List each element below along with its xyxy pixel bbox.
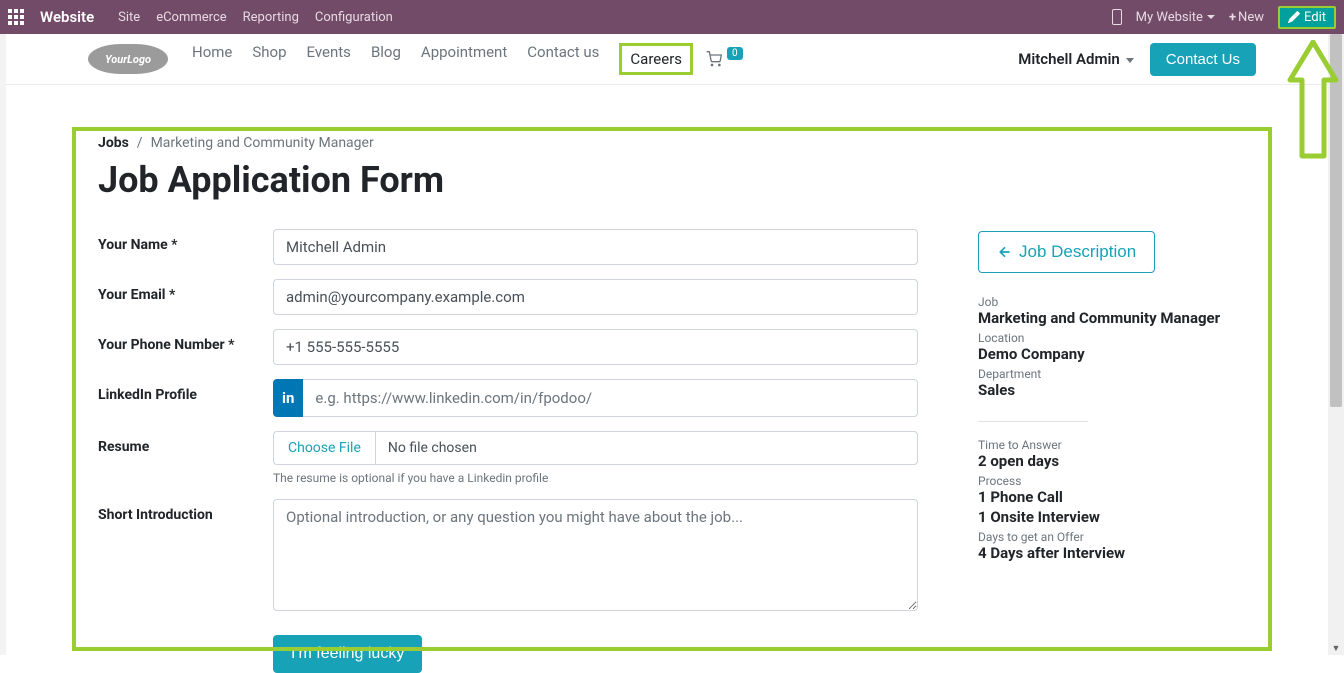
meta-job-label: Job bbox=[978, 295, 1238, 309]
label-linkedin: LinkedIn Profile bbox=[98, 379, 273, 403]
nav-appointment[interactable]: Appointment bbox=[421, 43, 507, 75]
input-name[interactable] bbox=[273, 229, 918, 265]
meta-location-value: Demo Company bbox=[978, 345, 1238, 363]
edit-button[interactable]: Edit bbox=[1278, 6, 1336, 29]
arrow-left-icon bbox=[997, 244, 1013, 260]
scroll-down-icon[interactable]: ▼ bbox=[1328, 643, 1344, 654]
meta-location-label: Location bbox=[978, 331, 1238, 345]
topbar-menu-ecommerce[interactable]: eCommerce bbox=[156, 10, 226, 25]
topbar-menu-reporting[interactable]: Reporting bbox=[243, 10, 299, 25]
meta-offer-value: 4 Days after Interview bbox=[978, 544, 1238, 562]
file-input-resume[interactable]: Choose File No file chosen bbox=[273, 431, 918, 465]
label-intro: Short Introduction bbox=[98, 499, 273, 523]
vertical-scrollbar[interactable]: ▲ ▼ bbox=[1328, 34, 1344, 655]
cart-count: 0 bbox=[727, 47, 743, 60]
edit-label: Edit bbox=[1304, 10, 1326, 25]
meta-process-label: Process bbox=[978, 474, 1238, 488]
meta-job-value: Marketing and Community Manager bbox=[978, 309, 1238, 327]
breadcrumb: Jobs / Marketing and Community Manager bbox=[98, 135, 1246, 151]
nav-blog[interactable]: Blog bbox=[371, 43, 401, 75]
mobile-preview-icon[interactable] bbox=[1112, 9, 1122, 25]
nav-events[interactable]: Events bbox=[307, 43, 351, 75]
user-dropdown[interactable]: Mitchell Admin bbox=[1018, 50, 1134, 68]
meta-tta-label: Time to Answer bbox=[978, 438, 1238, 452]
nav-home[interactable]: Home bbox=[192, 43, 232, 75]
new-label: New bbox=[1238, 10, 1264, 25]
breadcrumb-sep: / bbox=[137, 135, 143, 151]
cart-button[interactable]: 0 bbox=[705, 51, 743, 67]
job-description-button[interactable]: Job Description bbox=[978, 231, 1155, 273]
apps-icon[interactable] bbox=[8, 9, 24, 25]
page-title: Job Application Form bbox=[98, 159, 1246, 201]
left-gutter bbox=[0, 34, 6, 655]
new-button[interactable]: +New bbox=[1229, 10, 1264, 25]
label-name: Your Name * bbox=[98, 229, 273, 253]
nav-careers[interactable]: Careers bbox=[619, 43, 693, 75]
input-phone[interactable] bbox=[273, 329, 918, 365]
input-linkedin[interactable] bbox=[303, 379, 918, 417]
input-email[interactable] bbox=[273, 279, 918, 315]
meta-dept-value: Sales bbox=[978, 381, 1238, 399]
label-phone: Your Phone Number * bbox=[98, 329, 273, 353]
topbar-menu-site[interactable]: Site bbox=[118, 10, 140, 25]
scrollbar-thumb[interactable] bbox=[1330, 34, 1342, 407]
sidebar-divider bbox=[978, 421, 1088, 422]
nav-shop[interactable]: Shop bbox=[252, 43, 286, 75]
job-description-label: Job Description bbox=[1019, 242, 1136, 262]
submit-button[interactable]: I'm feeling lucky bbox=[273, 635, 422, 673]
textarea-intro[interactable] bbox=[273, 499, 918, 611]
breadcrumb-current: Marketing and Community Manager bbox=[151, 135, 374, 151]
topbar-menu-configuration[interactable]: Configuration bbox=[315, 10, 393, 25]
meta-tta-value: 2 open days bbox=[978, 452, 1238, 470]
site-nav: Home Shop Events Blog Appointment Contac… bbox=[192, 43, 693, 75]
application-form: Your Name * Your Email * Your Phone Numb… bbox=[98, 229, 918, 673]
nav-contact[interactable]: Contact us bbox=[527, 43, 599, 75]
site-logo[interactable]: YourLogo bbox=[88, 44, 168, 74]
app-topbar: Website Site eCommerce Reporting Configu… bbox=[0, 0, 1344, 34]
meta-process-v1: 1 Phone Call bbox=[978, 488, 1238, 506]
meta-dept-label: Department bbox=[978, 367, 1238, 381]
breadcrumb-root[interactable]: Jobs bbox=[98, 135, 129, 151]
site-header: YourLogo Home Shop Events Blog Appointme… bbox=[0, 34, 1344, 85]
pencil-icon bbox=[1288, 11, 1300, 23]
contact-us-button[interactable]: Contact Us bbox=[1150, 43, 1256, 76]
meta-process-v2: 1 Onsite Interview bbox=[978, 508, 1238, 526]
my-website-dropdown[interactable]: My Website bbox=[1136, 10, 1215, 25]
linkedin-icon: in bbox=[273, 379, 303, 417]
resume-help-text: The resume is optional if you have a Lin… bbox=[273, 471, 918, 485]
label-resume: Resume bbox=[98, 431, 273, 455]
file-status: No file chosen bbox=[376, 432, 489, 464]
job-sidebar: Job Description Job Marketing and Commun… bbox=[978, 229, 1238, 673]
topbar-brand[interactable]: Website bbox=[40, 8, 94, 26]
meta-offer-label: Days to get an Offer bbox=[978, 530, 1238, 544]
choose-file-button[interactable]: Choose File bbox=[274, 432, 376, 464]
cart-icon bbox=[705, 51, 723, 67]
label-email: Your Email * bbox=[98, 279, 273, 303]
